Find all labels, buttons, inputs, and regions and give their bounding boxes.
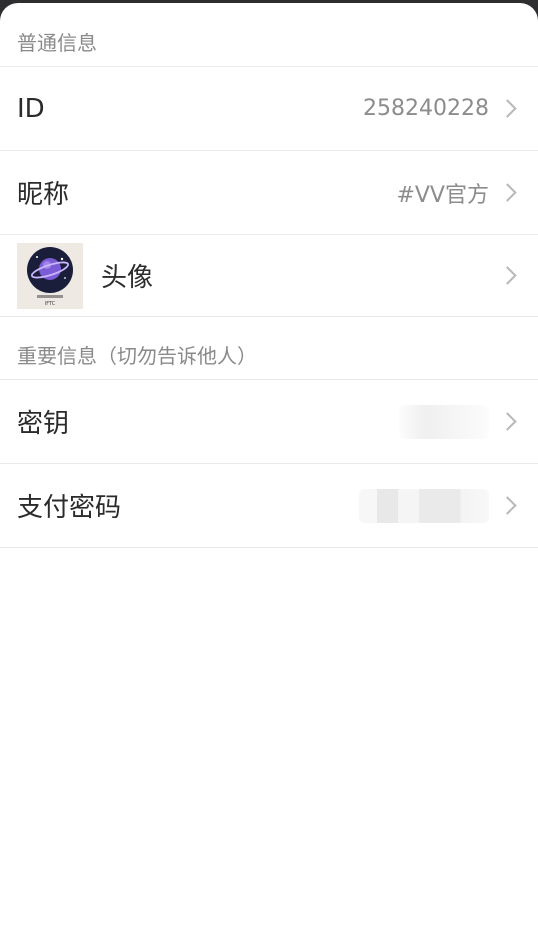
row-id-label: ID: [17, 93, 45, 124]
section-title-general: 普通信息: [17, 31, 97, 55]
section-title-important: 重要信息（切勿告诉他人）: [17, 344, 257, 368]
row-id-value: 258240228: [363, 96, 489, 121]
section-header-general: 普通信息: [0, 3, 538, 67]
planet-logo-icon: IFTC: [17, 242, 83, 309]
chevron-right-icon: [498, 496, 517, 515]
avatar-logo-text: IFTC: [45, 301, 56, 307]
secret-key-masked-value: [399, 404, 489, 439]
row-avatar[interactable]: IFTC 头像: [0, 235, 538, 317]
row-id[interactable]: ID 258240228: [0, 67, 538, 151]
pay-password-masked-value: [359, 488, 489, 523]
row-nickname-value: #VV官方: [396, 182, 489, 208]
chevron-right-icon: [498, 99, 517, 118]
settings-panel: 普通信息 ID 258240228 昵称 #VV官方 IFTC 头像 重要信息（…: [0, 3, 538, 948]
row-pay-password[interactable]: 支付密码: [0, 464, 538, 548]
section-header-important: 重要信息（切勿告诉他人）: [0, 317, 538, 380]
chevron-right-icon: [498, 266, 517, 285]
row-avatar-label: 头像: [101, 263, 154, 293]
row-nickname[interactable]: 昵称 #VV官方: [0, 151, 538, 235]
row-secret-key-label: 密钥: [17, 409, 70, 439]
avatar[interactable]: IFTC: [17, 242, 83, 309]
chevron-right-icon: [498, 183, 517, 202]
row-nickname-label: 昵称: [17, 180, 70, 210]
row-pay-password-label: 支付密码: [17, 493, 122, 523]
row-secret-key[interactable]: 密钥: [0, 380, 538, 464]
chevron-right-icon: [498, 412, 517, 431]
